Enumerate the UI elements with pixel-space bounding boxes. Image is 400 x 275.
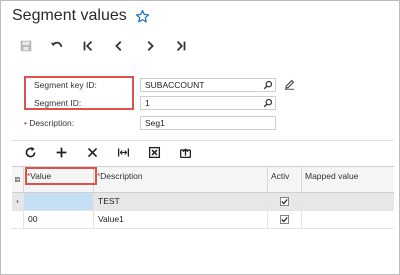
fit-width-icon: [117, 148, 129, 157]
favorite-star-icon[interactable]: [135, 9, 150, 24]
segment-key-value: SUBACCOUNT: [145, 80, 205, 90]
next-record-button[interactable]: [142, 38, 158, 54]
upload-button[interactable]: [177, 145, 193, 161]
required-marker-icon: •: [24, 119, 27, 128]
search-icon[interactable]: [263, 98, 273, 108]
cell-value[interactable]: 00: [24, 211, 94, 228]
value-column-highlight: [25, 167, 97, 185]
cell-mapped-value[interactable]: [302, 193, 394, 210]
add-row-button[interactable]: [53, 145, 69, 161]
segment-id-field[interactable]: 1: [140, 96, 276, 110]
checkbox-checked-icon[interactable]: [280, 197, 289, 207]
last-record-button[interactable]: [173, 38, 189, 54]
cell-active[interactable]: [268, 211, 302, 228]
title-bar: Segment values: [12, 6, 150, 26]
segment-id-value: 1: [145, 98, 150, 108]
description-label: • Description:: [24, 118, 74, 128]
chevron-right-icon: [147, 41, 154, 51]
page-title: Segment values: [12, 7, 127, 24]
plus-icon: [56, 147, 66, 158]
description-label-text: Description:: [29, 118, 75, 128]
table-row[interactable]: TEST: [12, 193, 394, 211]
first-icon: [83, 41, 93, 51]
search-icon[interactable]: [263, 80, 273, 90]
record-toolbar: [18, 38, 204, 54]
column-header-description[interactable]: *Description: [94, 167, 268, 192]
undo-button[interactable]: [49, 38, 65, 54]
close-icon: [87, 147, 97, 158]
column-header-description-text: Description: [100, 171, 143, 181]
current-row-arrow-icon: [16, 200, 19, 203]
edit-pencil-icon[interactable]: [284, 79, 295, 90]
table-row[interactable]: 00 Value1: [12, 211, 394, 229]
cell-description[interactable]: Value1: [94, 211, 268, 228]
last-icon: [176, 41, 186, 51]
undo-icon: [50, 41, 63, 48]
refresh-icon: [25, 146, 35, 158]
save-icon: [20, 40, 32, 52]
cell-value[interactable]: [24, 193, 94, 210]
cell-active[interactable]: [268, 193, 302, 210]
row-indicator: [12, 193, 24, 210]
column-header-active[interactable]: Activ: [268, 167, 302, 192]
segment-form: Segment key ID: SUBACCOUNT Segment ID: 1…: [20, 70, 310, 132]
fit-columns-button[interactable]: [115, 145, 131, 161]
row-indicator: [12, 211, 24, 228]
export-excel-button[interactable]: [146, 145, 162, 161]
segment-ids-highlight: [24, 76, 134, 110]
segment-key-field[interactable]: SUBACCOUNT: [140, 78, 276, 92]
column-header-mapped-value[interactable]: Mapped value: [302, 167, 394, 192]
delete-row-button[interactable]: [84, 145, 100, 161]
grid-toolbar: [12, 140, 394, 164]
column-settings-cell[interactable]: [12, 167, 24, 192]
description-field[interactable]: Seg1: [140, 116, 276, 130]
chevron-left-icon: [115, 41, 122, 51]
previous-record-button[interactable]: [111, 38, 127, 54]
checkbox-checked-icon[interactable]: [280, 215, 289, 225]
description-value: Seg1: [145, 118, 165, 128]
upload-icon: [179, 148, 191, 159]
cell-description[interactable]: TEST: [94, 193, 268, 210]
excel-icon: [148, 146, 160, 159]
cell-mapped-value[interactable]: [302, 211, 394, 228]
first-record-button[interactable]: [80, 38, 96, 54]
refresh-button[interactable]: [22, 145, 38, 161]
save-button[interactable]: [18, 38, 34, 54]
grid-settings-icon[interactable]: [15, 175, 20, 184]
